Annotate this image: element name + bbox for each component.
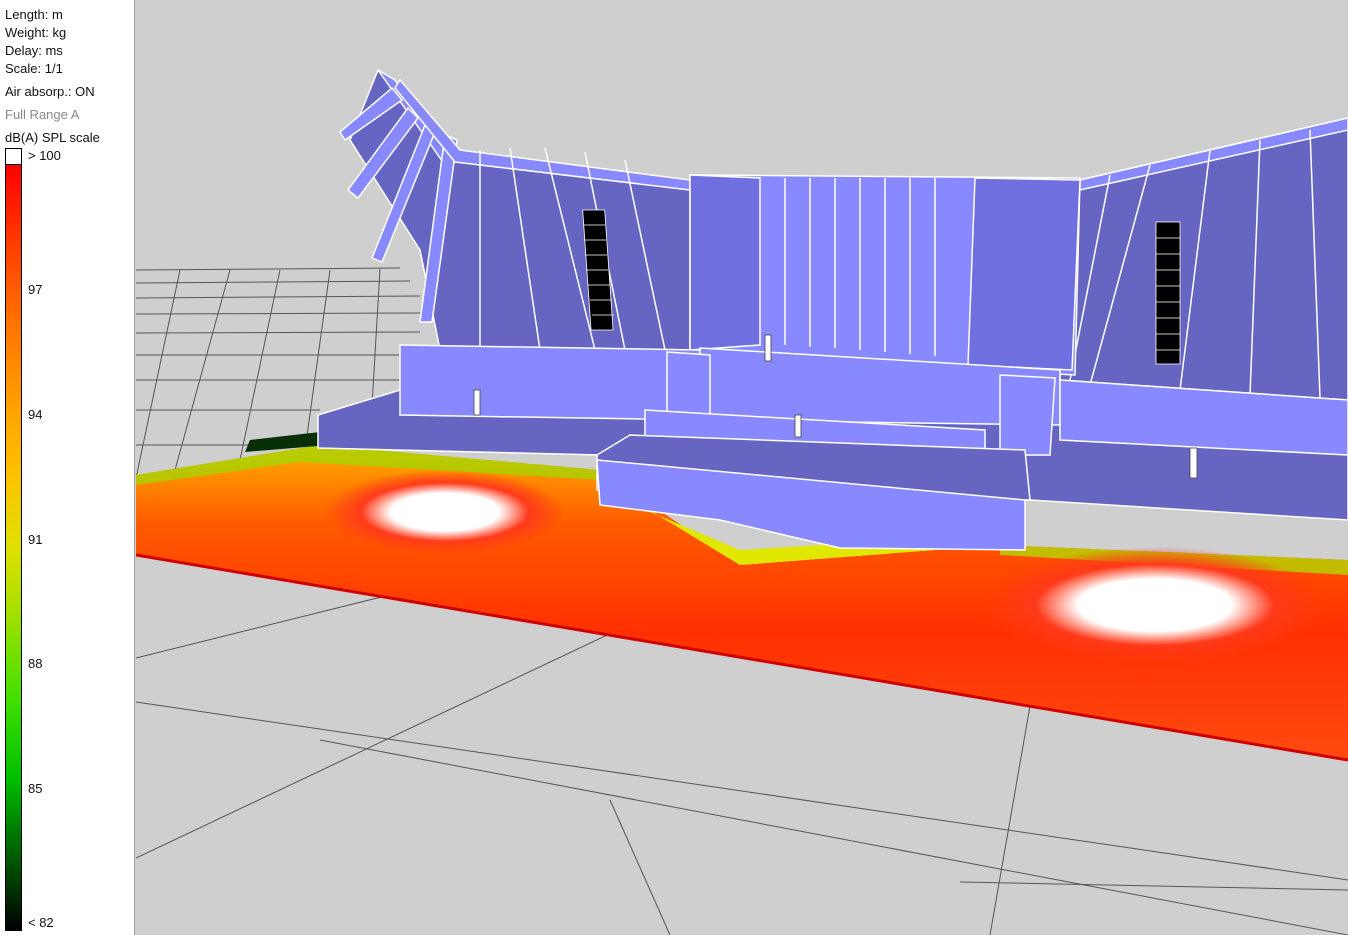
spl-color-scale bbox=[5, 148, 22, 931]
right-wing bbox=[1059, 117, 1348, 401]
frequency-range-label: Full Range A bbox=[5, 107, 80, 122]
delay-unit-label: Delay: ms bbox=[5, 43, 63, 58]
length-unit-label: Length: m bbox=[5, 7, 63, 22]
air-absorption-label: Air absorp.: ON bbox=[5, 84, 95, 99]
right-line-array bbox=[1155, 221, 1181, 365]
spl-tick-97: 97 bbox=[28, 282, 43, 297]
spl-tick-91: 91 bbox=[28, 532, 43, 547]
scale-label: Scale: 1/1 bbox=[5, 61, 63, 76]
spl-scale-title: dB(A) SPL scale bbox=[5, 130, 100, 145]
stage-scene bbox=[136, 68, 1348, 935]
spl-tick-bottom: < 82 bbox=[28, 915, 54, 930]
spl-tick-top: > 100 bbox=[28, 148, 61, 163]
center-wall bbox=[689, 174, 1081, 376]
spl-tick-85: 85 bbox=[28, 781, 43, 796]
spl-scale-gradient bbox=[6, 165, 21, 930]
spl-scale-top-cell bbox=[6, 149, 21, 165]
spl-tick-94: 94 bbox=[28, 407, 43, 422]
weight-unit-label: Weight: kg bbox=[5, 25, 67, 40]
left-wing bbox=[339, 68, 691, 351]
legend-panel: Length: m Weight: kg Delay: ms Scale: 1/… bbox=[0, 0, 135, 935]
3d-viewport[interactable] bbox=[136, 0, 1348, 935]
spl-tick-88: 88 bbox=[28, 656, 43, 671]
